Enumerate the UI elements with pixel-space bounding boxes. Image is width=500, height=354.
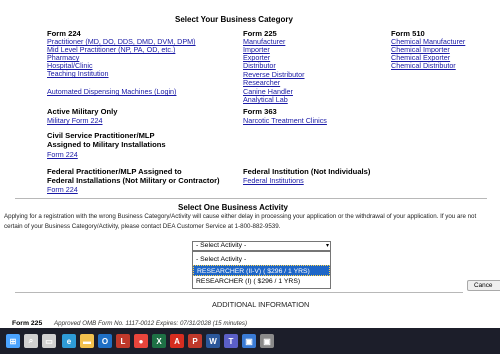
civil-service-header-line2: Assigned to Military Installations: [47, 140, 166, 149]
federal-mlp-header-line2: Federal Installations (Not Military or C…: [47, 176, 220, 185]
dea-registration-page: Select Your Business Category Form 224 P…: [0, 0, 500, 328]
activity-option-researcher-i[interactable]: RESEARCHER (I) ( $296 / 1 YRS): [193, 276, 330, 287]
activity-option-researcher-ii-v[interactable]: RESEARCHER (II-V) ( $296 / 1 YRS): [193, 265, 330, 276]
link-analytical-lab[interactable]: Analytical Lab: [243, 95, 288, 104]
task-view-icon[interactable]: ▭: [42, 334, 56, 348]
section-divider-top: [15, 198, 487, 199]
windows-taskbar: ⊞ ⌕ ▭ e ▬ O L ● X A P W T ▣ ▣: [0, 328, 500, 354]
federal-mlp-header-line1: Federal Practitioner/MLP Assigned to: [47, 167, 182, 176]
page-title: Select Your Business Category: [175, 15, 293, 24]
form363-header: Form 363: [243, 107, 277, 116]
link-distributor[interactable]: Distributor: [243, 61, 276, 70]
warning-line-2: certain of your Business Category/Activi…: [4, 223, 281, 230]
file-explorer-icon[interactable]: ▬: [80, 334, 94, 348]
section-divider-bottom: [15, 292, 463, 293]
cancel-button[interactable]: Cance: [467, 280, 500, 291]
activity-dropdown-list: - Select Activity - RESEARCHER (II-V) ( …: [192, 251, 331, 289]
activity-select-value: - Select Activity -: [196, 242, 247, 249]
link-teaching-institution[interactable]: Teaching Institution: [47, 69, 109, 78]
military-header: Active Military Only: [47, 107, 118, 116]
warning-line-1: Applying for a registration with the wro…: [4, 213, 477, 220]
link-federal-mlp-form224[interactable]: Form 224: [47, 185, 78, 194]
app-blue-icon[interactable]: ▣: [242, 334, 256, 348]
footer-form-label: Form 225: [12, 320, 43, 327]
link-automated-dispensing[interactable]: Automated Dispensing Machines (Login): [47, 87, 176, 96]
chevron-down-icon: ▾: [325, 243, 329, 249]
search-icon[interactable]: ⌕: [24, 334, 38, 348]
civil-service-header-line1: Civil Service Practitioner/MLP: [47, 131, 155, 140]
activity-option-placeholder[interactable]: - Select Activity -: [193, 254, 330, 265]
link-researcher[interactable]: Researcher: [243, 78, 280, 87]
link-civil-service-form224[interactable]: Form 224: [47, 150, 78, 159]
pdf-icon[interactable]: P: [188, 334, 202, 348]
app-gray-icon[interactable]: ▣: [260, 334, 274, 348]
activity-select[interactable]: - Select Activity - ▾: [192, 241, 331, 251]
windows-start-icon[interactable]: ⊞: [6, 334, 20, 348]
excel-icon[interactable]: X: [152, 334, 166, 348]
business-activity-title: Select One Business Activity: [178, 203, 288, 212]
link-narcotic-treatment-clinics[interactable]: Narcotic Treatment Clinics: [243, 116, 327, 125]
additional-info-heading: ADDITIONAL INFORMATION: [212, 300, 310, 309]
word-icon[interactable]: W: [206, 334, 220, 348]
acrobat-icon[interactable]: A: [170, 334, 184, 348]
teams-icon[interactable]: T: [224, 334, 238, 348]
edge-icon[interactable]: e: [62, 334, 76, 348]
federal-institution-header: Federal Institution (Not Individuals): [243, 167, 371, 176]
outlook-icon[interactable]: O: [98, 334, 112, 348]
link-chemical-distributor[interactable]: Chemical Distributor: [391, 61, 456, 70]
chrome-icon[interactable]: ●: [134, 334, 148, 348]
registration-warning: Applying for a registration with the wro…: [4, 212, 500, 232]
omb-notice: Approved OMB Form No. 1117-0012 Expires:…: [54, 320, 248, 327]
app-l-icon[interactable]: L: [116, 334, 130, 348]
link-federal-institutions[interactable]: Federal Institutions: [243, 176, 304, 185]
link-military-form224[interactable]: Military Form 224: [47, 116, 103, 125]
